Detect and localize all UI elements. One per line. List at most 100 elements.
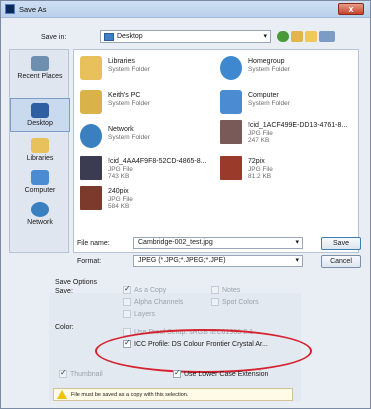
file-size: 81.2 KB (248, 173, 272, 180)
network-icon (80, 124, 102, 148)
file-type: JPG File (248, 130, 273, 137)
up-folder-icon[interactable] (291, 31, 303, 42)
chevron-down-icon: ▾ (295, 239, 299, 246)
save-label: Save: (55, 288, 73, 295)
file-name: Network (108, 126, 134, 133)
file-size: 743 KB (108, 173, 130, 180)
file-type: JPG File (108, 196, 133, 203)
image-thumbnail (80, 156, 102, 180)
file-type: System Folder (108, 134, 150, 141)
format-select[interactable]: JPEG (*.JPG;*.JPEG;*.JPE) ▾ (133, 255, 303, 267)
format-value: JPEG (*.JPG;*.JPEG;*.JPE) (138, 257, 226, 264)
lower-case-extension-label: Use Lower Case Extension (184, 371, 269, 378)
lower-case-extension-checkbox[interactable] (173, 368, 181, 378)
list-item[interactable]: 240pix JPG File 584 KB (80, 186, 218, 214)
save-options-heading: Save Options (55, 279, 98, 286)
thumbnail-label: Thumbnail (70, 371, 103, 378)
layers-label: Layers (134, 311, 156, 318)
computer-icon (220, 90, 242, 114)
file-list: Libraries System Folder Homegroup System… (73, 49, 359, 253)
save-as-dialog: Save As Save in: Desktop ▾ Recent Places… (0, 0, 371, 409)
file-type: JPG File (108, 166, 133, 173)
file-size: 247 KB (248, 137, 270, 144)
file-name: Computer (248, 92, 279, 99)
place-computer[interactable]: Computer (10, 170, 70, 194)
list-item[interactable]: Computer System Folder (220, 90, 358, 118)
back-icon[interactable] (277, 31, 289, 42)
list-item[interactable]: Homegroup System Folder (220, 56, 358, 84)
libraries-icon (31, 138, 49, 153)
close-button[interactable] (338, 3, 364, 15)
list-item[interactable]: Network System Folder (80, 124, 218, 152)
chevron-down-icon: ▾ (263, 33, 267, 40)
place-desktop[interactable]: Desktop (10, 98, 70, 132)
place-label: Recent Places (17, 73, 63, 80)
new-folder-icon[interactable] (305, 31, 317, 42)
file-name: Keith's PC (108, 92, 141, 99)
spot-colors-label: Spot Colors (222, 299, 259, 306)
save-in-dropdown[interactable]: Desktop ▾ (100, 30, 271, 43)
place-label: Network (27, 219, 53, 226)
highlight-oval (95, 329, 312, 373)
file-size: 584 KB (108, 203, 130, 210)
places-bar: Recent Places Desktop Libraries Computer… (9, 49, 70, 253)
list-item[interactable]: Keith's PC System Folder (80, 90, 218, 118)
layers-checkbox[interactable] (123, 310, 131, 318)
libraries-folder-icon (80, 56, 102, 80)
desktop-folder-icon (104, 33, 114, 41)
spot-colors-checkbox[interactable] (211, 298, 219, 306)
network-icon (31, 202, 49, 217)
file-name-value: Cambridge-002_test.jpg (138, 239, 213, 246)
desktop-icon (31, 103, 49, 118)
image-thumbnail (220, 156, 242, 180)
computer-icon (31, 170, 49, 185)
file-type: System Folder (248, 100, 290, 107)
image-thumbnail (220, 120, 242, 144)
thumbnail-checkbox[interactable] (59, 368, 67, 378)
save-in-value: Desktop (117, 33, 143, 40)
recent-places-icon (31, 56, 49, 71)
as-a-copy-checkbox[interactable] (123, 284, 131, 294)
list-item[interactable]: Libraries System Folder (80, 56, 218, 84)
homegroup-icon (220, 56, 242, 80)
place-network[interactable]: Network (10, 202, 70, 226)
file-type: System Folder (248, 66, 290, 73)
notes-checkbox[interactable] (211, 286, 219, 294)
image-thumbnail (80, 186, 102, 210)
photoshop-icon (5, 4, 15, 14)
window-title: Save As (19, 5, 47, 14)
cancel-button[interactable]: Cancel (321, 255, 361, 268)
warning-text: File must be saved as a copy with this s… (71, 392, 189, 398)
place-label: Desktop (27, 120, 53, 127)
file-type: System Folder (108, 66, 150, 73)
place-recent[interactable]: Recent Places (10, 56, 70, 80)
file-name: !cid_4AA4F9F8-52CD-4865-8... (108, 158, 207, 165)
file-name-input[interactable]: Cambridge-002_test.jpg ▾ (133, 237, 303, 249)
place-libraries[interactable]: Libraries (10, 138, 70, 162)
save-button[interactable]: Save (321, 237, 361, 250)
save-in-label: Save in: (41, 34, 67, 41)
notes-label: Notes (222, 287, 241, 294)
alpha-channels-checkbox[interactable] (123, 298, 131, 306)
file-name: Homegroup (248, 58, 285, 65)
as-a-copy-label: As a Copy (134, 287, 167, 294)
list-item[interactable]: 72pix JPG File 81.2 KB (220, 156, 358, 184)
chevron-down-icon: ▾ (295, 257, 299, 264)
warning-icon (57, 390, 67, 399)
user-folder-icon (80, 90, 102, 114)
list-item[interactable]: !cid_1ACF499E-DD13-4761-8... JPG File 24… (220, 120, 358, 148)
alpha-channels-label: Alpha Channels (134, 299, 184, 306)
file-name: Libraries (108, 58, 135, 65)
file-name: 72pix (248, 158, 265, 165)
view-menu-icon[interactable] (319, 31, 335, 42)
format-label: Format: (77, 258, 102, 265)
list-item[interactable]: !cid_4AA4F9F8-52CD-4865-8... JPG File 74… (80, 156, 218, 184)
file-name: !cid_1ACF499E-DD13-4761-8... (248, 122, 348, 129)
warning-message: File must be saved as a copy with this s… (53, 388, 293, 401)
title-bar: Save As (1, 1, 370, 18)
place-label: Computer (24, 187, 56, 194)
color-label: Color: (55, 324, 74, 331)
file-name: 240pix (108, 188, 129, 195)
file-name-label: File name: (77, 240, 110, 247)
file-type: JPG File (248, 166, 273, 173)
